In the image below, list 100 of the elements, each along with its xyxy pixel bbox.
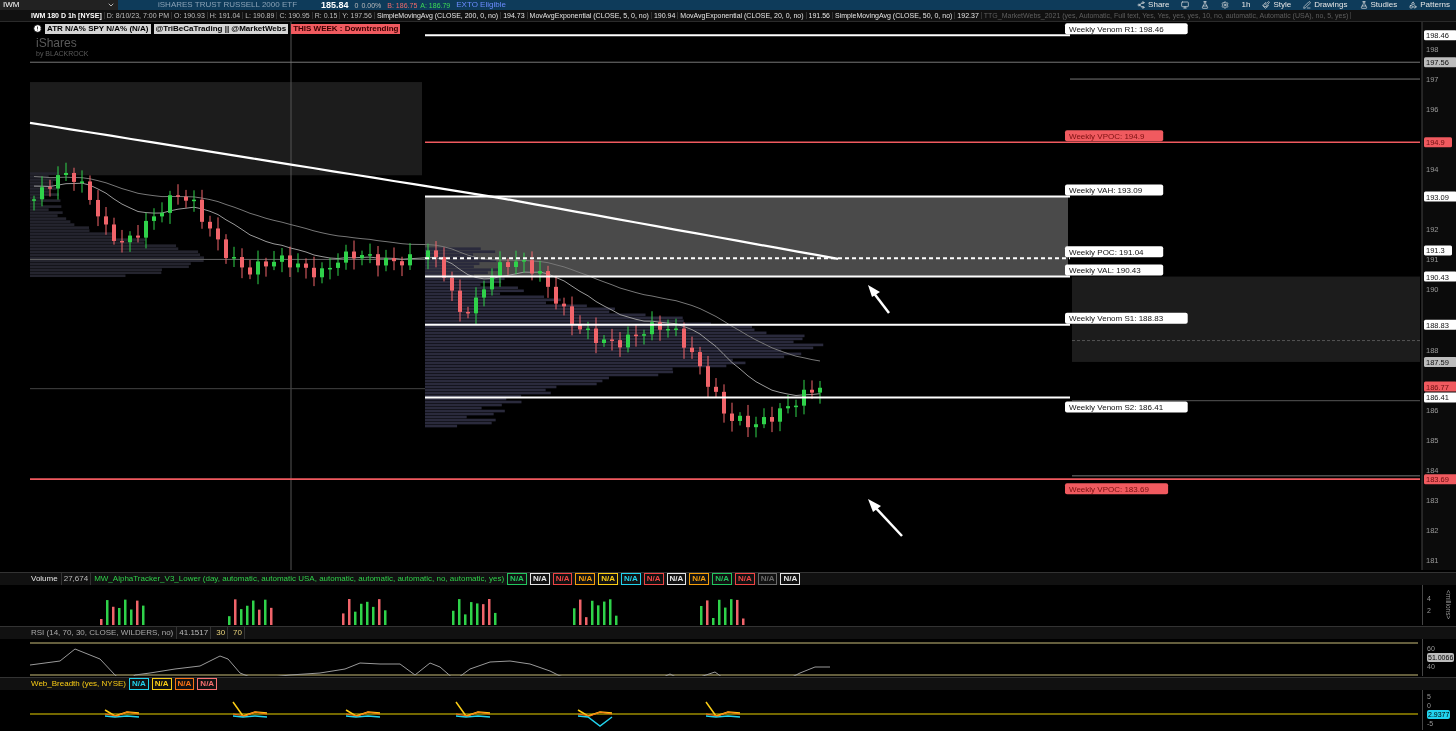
candlestick <box>352 240 356 270</box>
level-label: Weekly POC: 191.04 <box>1065 246 1164 258</box>
candlestick <box>368 243 372 264</box>
brush-icon <box>1262 1 1271 9</box>
candlestick <box>522 252 526 274</box>
candlestick <box>634 323 638 348</box>
candlestick <box>32 195 36 211</box>
exto-label: EXTO Eligible <box>456 1 506 9</box>
candlestick <box>690 336 694 360</box>
candlestick <box>554 275 558 310</box>
candlestick <box>818 380 822 405</box>
candlestick <box>400 256 404 277</box>
candlestick <box>642 329 646 345</box>
candlestick <box>176 183 180 206</box>
candlestick <box>160 201 164 223</box>
toolbar-button[interactable]: Drawings <box>1303 1 1348 9</box>
rsi-value: 41.1517 <box>176 627 212 639</box>
toolbar-button[interactable]: Share <box>1137 1 1170 9</box>
status-flag: N/A <box>712 573 732 585</box>
settings-icon <box>1221 1 1230 9</box>
chart-label: @TriBeCaTrading || @MarketWebs <box>153 23 289 34</box>
candlestick <box>546 265 550 299</box>
candlestick <box>128 230 132 253</box>
candlestick <box>530 250 534 281</box>
candlestick <box>426 243 430 270</box>
candlestick <box>474 286 478 325</box>
candlestick <box>674 318 678 337</box>
status-flag: N/A <box>529 573 550 585</box>
candlestick <box>144 212 148 249</box>
status-flag: N/A <box>598 573 618 585</box>
candlestick <box>376 245 380 277</box>
candlestick <box>810 379 814 400</box>
candlestick <box>434 240 438 268</box>
arrow-icon <box>868 285 890 314</box>
toolbar-button[interactable]: Style <box>1262 1 1292 9</box>
pane-title: Web_Breadth (yes, NYSE) <box>31 678 126 690</box>
toolbar-button[interactable]: Studies <box>1359 1 1398 9</box>
candlestick <box>256 250 260 285</box>
candlestick <box>192 189 196 213</box>
candlestick <box>248 259 252 280</box>
candlestick <box>88 174 92 206</box>
candlestick <box>384 249 388 272</box>
toolbar-icon[interactable] <box>1181 1 1190 9</box>
candlestick <box>458 279 462 323</box>
pencil-icon <box>1303 1 1312 9</box>
candlestick <box>650 310 654 341</box>
shapes-icon <box>1409 1 1418 9</box>
monitor-icon <box>1181 1 1190 9</box>
candlestick <box>152 207 156 231</box>
share-icon <box>1137 1 1146 9</box>
candlestick <box>666 319 670 339</box>
candlestick <box>514 250 518 275</box>
candlestick <box>746 404 750 438</box>
candlestick <box>482 280 486 307</box>
candlestick <box>730 402 734 433</box>
candlestick <box>320 261 324 284</box>
status-flag: N/A <box>151 678 172 690</box>
candlestick <box>328 257 332 280</box>
candlestick <box>498 250 502 288</box>
toolbar-icon[interactable] <box>1201 1 1210 9</box>
candlestick <box>168 190 172 225</box>
candlestick <box>618 331 622 358</box>
pane-title: Volume <box>31 573 58 585</box>
candlestick <box>786 394 790 414</box>
study-name: MW_AlphaTracker_V3_Lower (day, automatic, automatic USA, automatic, automatic, automatic, no, automatic, yes) <box>94 573 505 585</box>
symbol-field[interactable]: IWM <box>0 0 118 10</box>
candlestick <box>296 252 300 273</box>
status-flag: N/A <box>621 573 641 585</box>
candlestick <box>794 399 798 418</box>
alert-icon <box>33 24 42 33</box>
candlestick <box>538 260 542 283</box>
status-flag: N/A <box>666 573 687 585</box>
toolbar-icon[interactable] <box>1221 1 1230 9</box>
pane-title: RSI (14, 70, 30, CLOSE, WILDERS, no) <box>31 627 174 639</box>
toolbar-button[interactable]: 1h <box>1241 1 1251 9</box>
candlestick <box>224 233 228 265</box>
candlestick <box>506 258 510 276</box>
candlestick <box>602 334 606 348</box>
status-flag: N/A <box>780 573 801 585</box>
candlestick <box>570 296 574 336</box>
candlestick <box>104 206 108 236</box>
flask-icon <box>1201 1 1210 9</box>
candlestick <box>450 271 454 302</box>
candlestick <box>392 246 396 271</box>
candlestick <box>136 224 140 243</box>
candlestick <box>586 321 590 340</box>
candlestick <box>594 317 598 354</box>
candlestick <box>72 167 76 192</box>
candlestick <box>626 325 630 353</box>
flask-icon <box>1359 1 1368 9</box>
status-flag: N/A <box>174 678 195 690</box>
level-label: Weekly VPOC: 194.9 <box>1065 130 1164 142</box>
status-flag: N/A <box>734 573 755 585</box>
candlestick <box>288 246 292 278</box>
candlestick <box>200 189 204 230</box>
level-label: Weekly VPOC: 183.69 <box>1065 483 1169 495</box>
candlestick <box>722 383 726 424</box>
candlestick <box>562 297 566 316</box>
toolbar-button[interactable]: Patterns <box>1409 1 1450 9</box>
candlestick <box>754 416 758 438</box>
